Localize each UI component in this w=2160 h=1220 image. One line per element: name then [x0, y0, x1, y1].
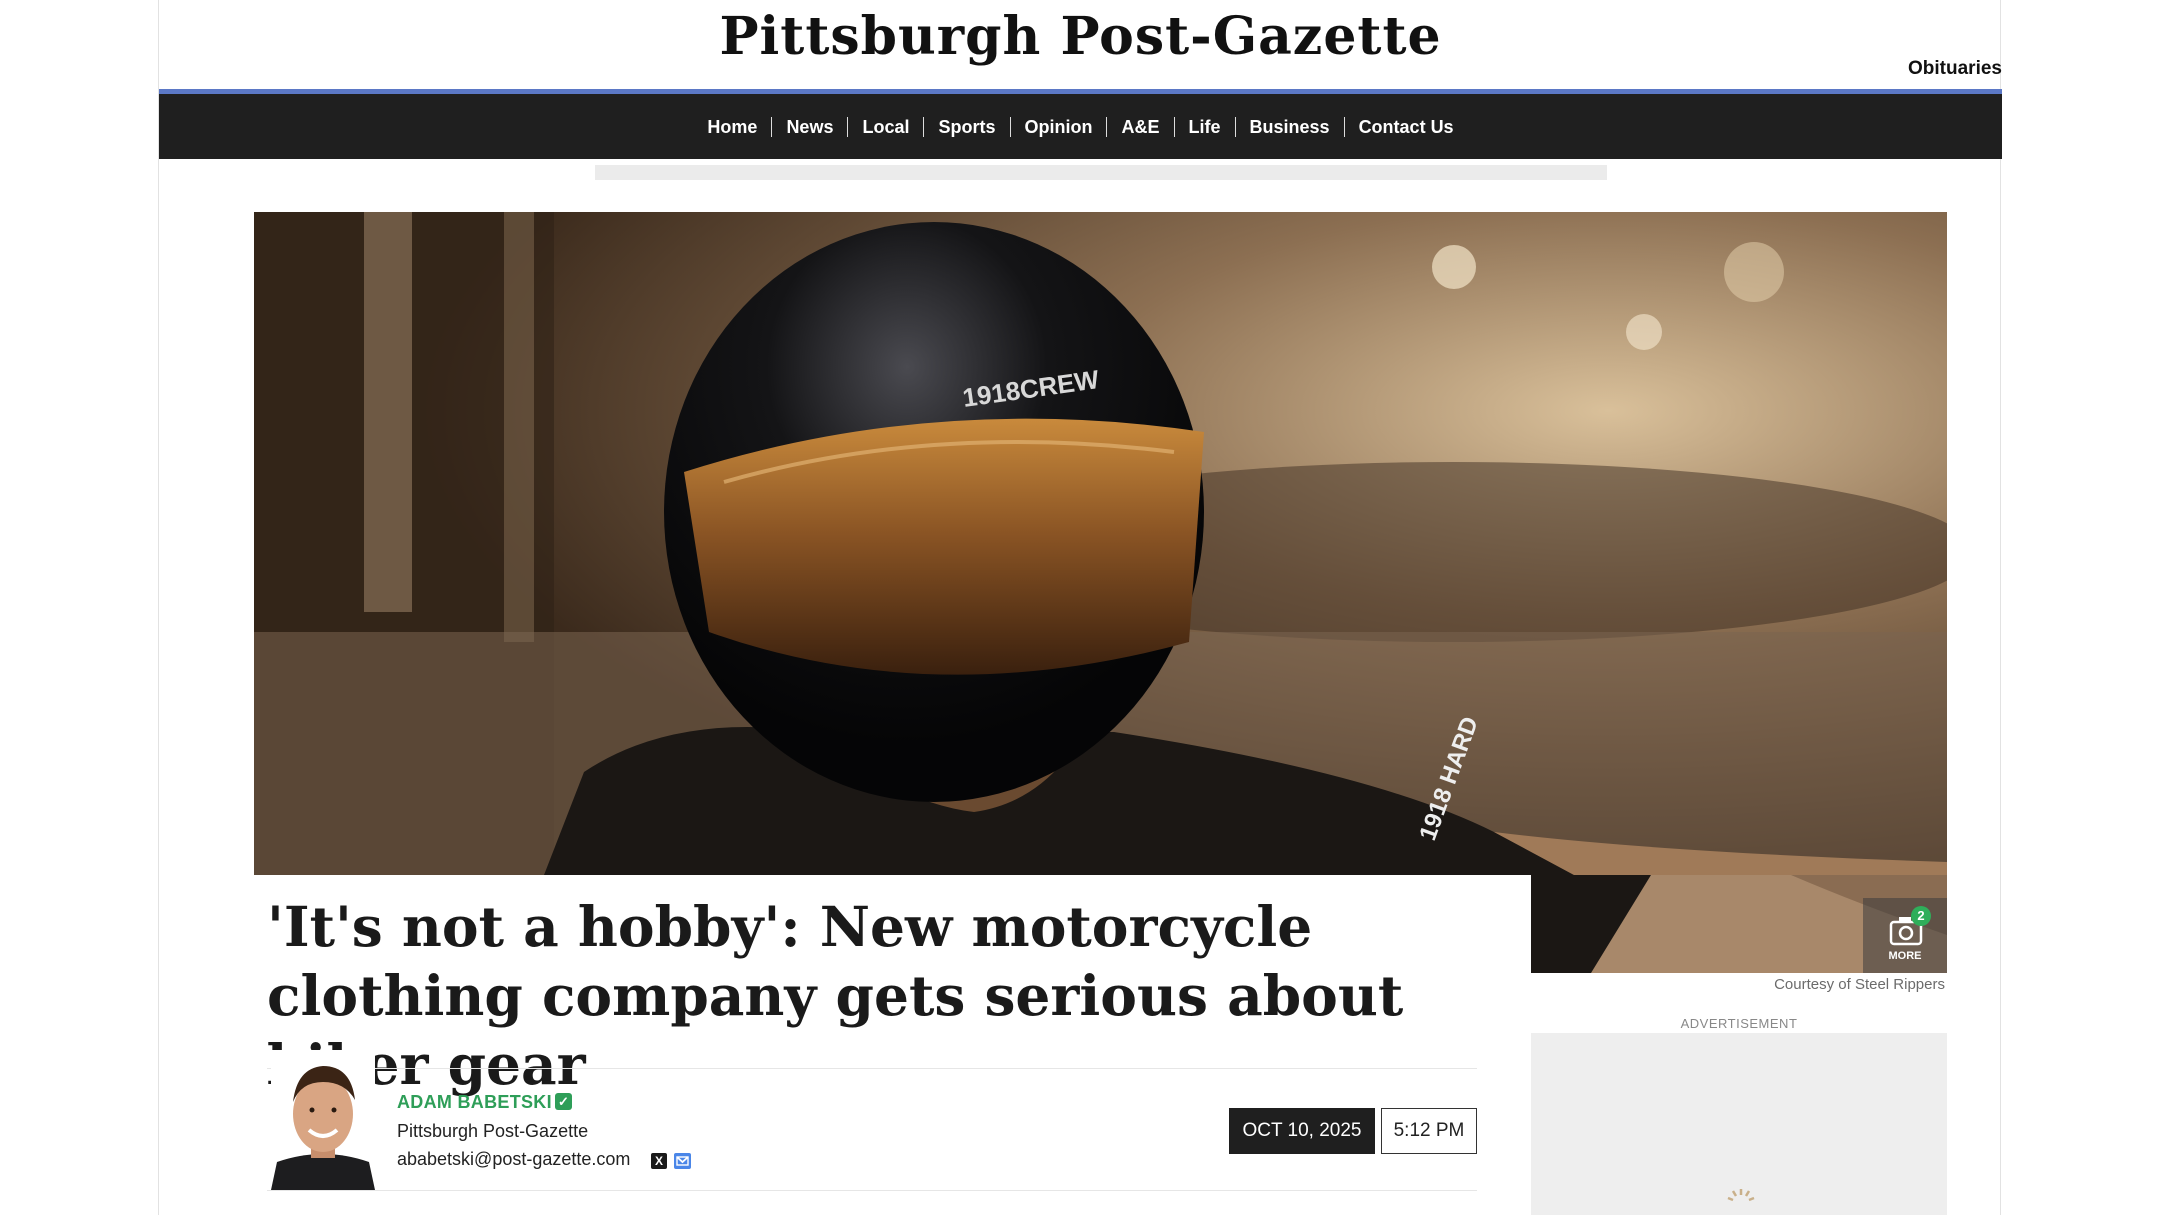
nav-separator	[1343, 116, 1345, 137]
nav-separator	[1234, 116, 1236, 137]
mail-icon[interactable]	[674, 1153, 691, 1169]
author-photo	[271, 1050, 375, 1190]
nav-list: Home News Local Sports Opinion A&E Life Busines…	[159, 94, 2002, 159]
byline-divider-bottom	[267, 1190, 1477, 1191]
main-nav: Home News Local Sports Opinion A&E Life Busines…	[159, 94, 2002, 159]
nav-item-a-e[interactable]: A&E	[1107, 116, 1173, 138]
sidebar-ad[interactable]	[1531, 1033, 1947, 1215]
masthead: Pittsburgh Post-Gazette Obituaries	[159, 0, 2002, 90]
nav-separator	[847, 116, 849, 137]
author-organization: Pittsburgh Post-Gazette	[397, 1121, 589, 1141]
photo-count-badge: 2	[1911, 906, 1931, 926]
nav-item-contact-us[interactable]: Contact Us	[1345, 116, 1468, 138]
nav-item-news[interactable]: News	[772, 116, 847, 138]
nav-separator	[771, 116, 773, 137]
author-avatar[interactable]	[271, 1050, 375, 1190]
x-twitter-icon[interactable]: X	[651, 1153, 667, 1169]
nav-item-sports[interactable]: Sports	[924, 116, 1009, 138]
mail-glyph	[676, 1156, 689, 1166]
nav-separator	[923, 116, 925, 137]
nav-separator	[1173, 116, 1175, 137]
nav-separator	[1009, 116, 1011, 137]
site-logo[interactable]: Pittsburgh Post-Gazette	[159, 6, 2002, 67]
nav-item-opinion[interactable]: Opinion	[1011, 116, 1107, 138]
publish-date: OCT 10, 2025	[1229, 1108, 1375, 1154]
ad-label: ADVERTISEMENT	[1680, 1016, 1798, 1031]
publish-time: 5:12 PM	[1381, 1108, 1477, 1154]
author-email-link[interactable]: ababetski@post-gazette.com	[397, 1149, 630, 1170]
byline-divider-top	[267, 1068, 1477, 1069]
author-name-link[interactable]: ADAM BABETSKI	[397, 1092, 552, 1113]
top-ad-placeholder	[595, 165, 1607, 180]
hero-image[interactable]: 1918CREW 1918 HARD	[254, 212, 1947, 875]
page: Pittsburgh Post-Gazette Obituaries Home N…	[158, 0, 2002, 1215]
obituaries-link[interactable]: Obituaries	[1908, 58, 2002, 80]
verified-check-icon: ✓	[555, 1093, 572, 1110]
nav-item-life[interactable]: Life	[1175, 116, 1235, 138]
photo-more-label: MORE	[1888, 950, 1922, 962]
hero-photo-illustration: 1918CREW 1918 HARD	[254, 212, 1947, 875]
nav-item-home[interactable]: Home	[693, 116, 771, 138]
nav-separator	[1106, 116, 1108, 137]
nav-item-local[interactable]: Local	[848, 116, 923, 138]
nav-item-business[interactable]: Business	[1236, 116, 1344, 138]
ad-loading-spinner	[1727, 1189, 1755, 1202]
photo-caption: Courtesy of Steel Rippers	[1774, 976, 1945, 993]
